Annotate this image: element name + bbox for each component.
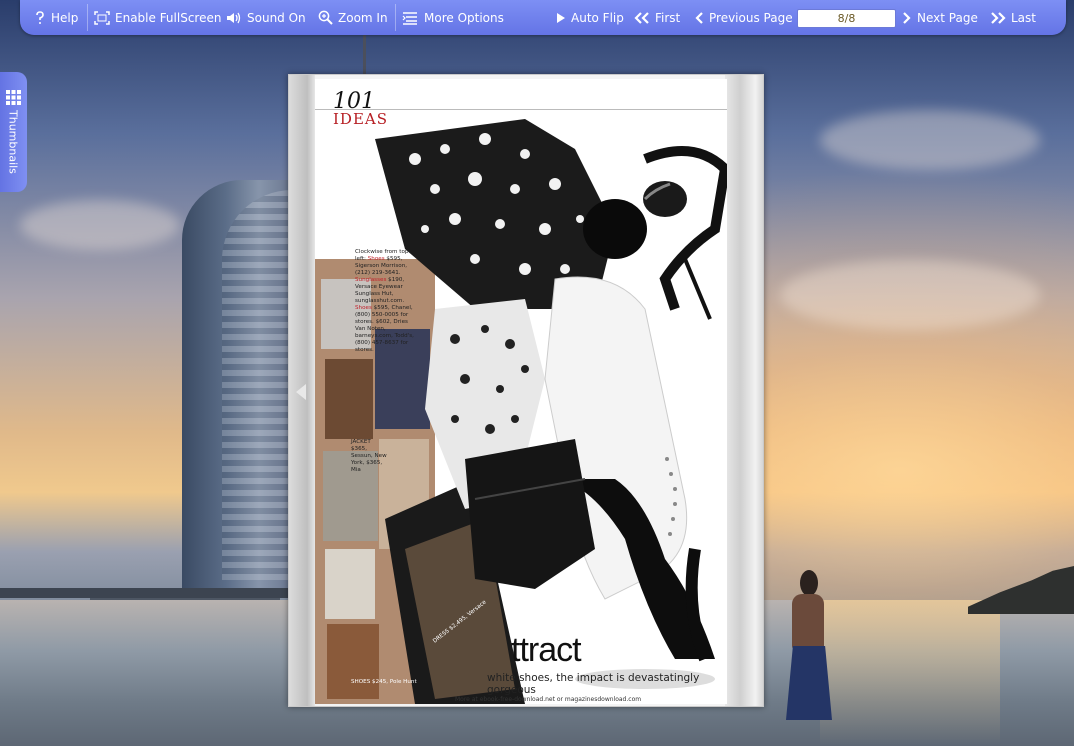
help-label: Help (51, 10, 79, 25)
flipbook[interactable]: 101 IDEAS Clockwise from top left: Shoes… (288, 74, 764, 707)
page-footer: More at ebook-free-download.net or magaz… (455, 696, 642, 703)
thumbnails-label: Thumbnails (6, 110, 20, 174)
help-icon (36, 10, 44, 24)
more-options-button[interactable]: More Options (402, 0, 504, 35)
toolbar-divider (87, 4, 88, 31)
double-chevron-left-icon (634, 11, 649, 24)
product-caption: Clockwise from top left: Shoes $595, Sig… (355, 249, 414, 353)
zoom-in-button[interactable]: Zoom In (318, 0, 388, 35)
menu-list-icon (402, 11, 417, 25)
cloud (20, 200, 180, 250)
article-headline: ttract (511, 631, 582, 669)
last-page-button[interactable]: Last (990, 0, 1036, 35)
zoom-in-icon (318, 10, 333, 25)
sun-reflection (820, 600, 1000, 746)
fullscreen-label: Enable FullScreen (115, 10, 222, 25)
speaker-icon (227, 12, 241, 23)
shoes-caption: SHOES $245, Pole Hunt (351, 679, 417, 685)
sound-button[interactable]: Sound On (226, 0, 306, 35)
cloud (780, 260, 1040, 330)
pier (0, 588, 300, 598)
last-page-label: Last (1011, 10, 1036, 25)
sound-label: Sound On (247, 10, 306, 25)
magazine-page: 101 IDEAS Clockwise from top left: Shoes… (315, 79, 727, 704)
page-turn-left-arrow[interactable] (296, 384, 306, 400)
woman-figure (786, 570, 832, 720)
previous-page-button[interactable]: Previous Page (694, 0, 793, 35)
masthead-title: IDEAS (333, 110, 389, 128)
chevron-right-icon (903, 11, 911, 24)
zoom-in-label: Zoom In (338, 10, 388, 25)
previous-page-label: Previous Page (709, 10, 793, 25)
first-page-button[interactable]: First (634, 0, 680, 35)
toolbar-divider (395, 4, 396, 31)
double-chevron-right-icon (991, 11, 1006, 24)
first-page-label: First (655, 10, 681, 25)
next-page-label: Next Page (917, 10, 978, 25)
article-subhead: white shoes, the impact is devastatingly… (487, 672, 700, 696)
fashion-photo (315, 119, 727, 704)
thumbnails-tab[interactable]: Thumbnails (0, 72, 27, 192)
grid-icon (6, 90, 21, 105)
more-options-label: More Options (424, 10, 504, 25)
chevron-left-icon (695, 11, 703, 24)
jacket-caption: JACKET $365, Sessun, New York, $365, Mia (351, 439, 387, 473)
next-page-button[interactable]: Next Page (902, 0, 978, 35)
fullscreen-button[interactable]: Enable FullScreen (94, 0, 221, 35)
page-stack-right (725, 75, 763, 706)
help-button[interactable]: Help (34, 0, 78, 35)
fullscreen-icon (94, 10, 110, 25)
page-number-input[interactable]: 8/8 (797, 9, 896, 28)
cloud (820, 110, 1040, 170)
auto-flip-label: Auto Flip (571, 10, 624, 25)
auto-flip-button[interactable]: Auto Flip (556, 0, 624, 35)
play-icon (557, 12, 565, 23)
toolbar: Help Enable FullScreen Sound On Zoom In … (20, 0, 1066, 35)
